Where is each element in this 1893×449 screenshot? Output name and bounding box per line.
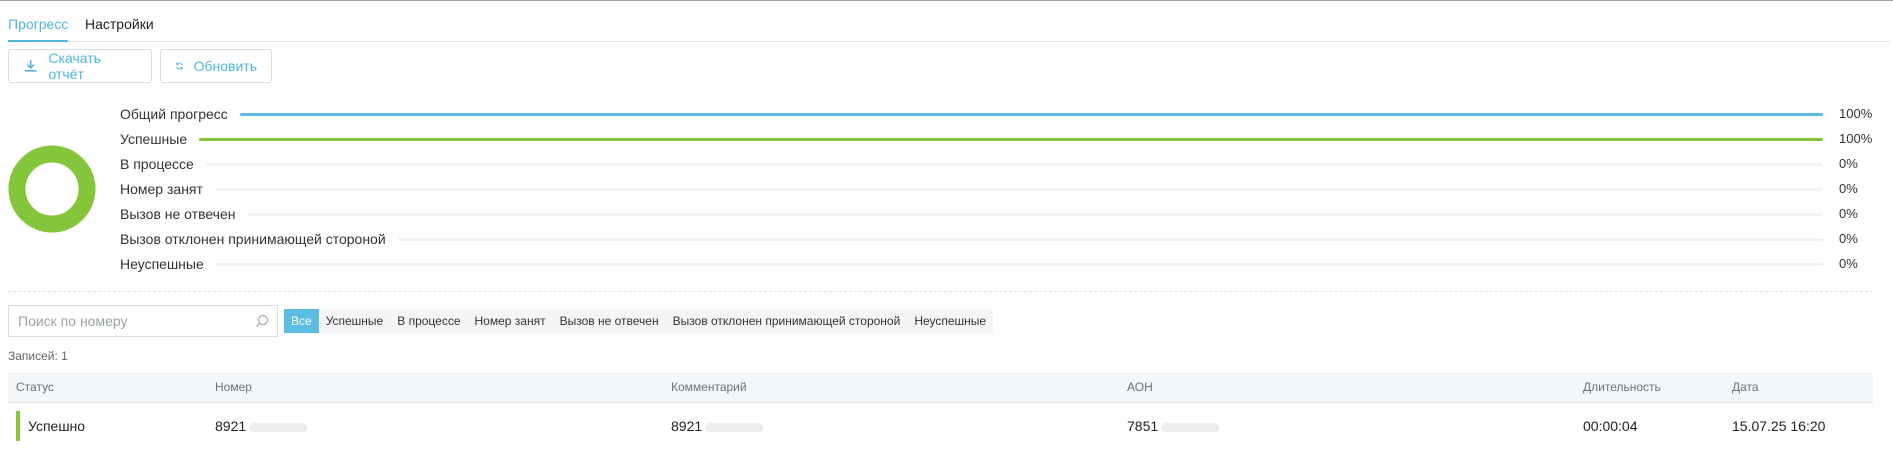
number-value: 8921 bbox=[215, 418, 247, 434]
filter-in-process[interactable]: В процессе bbox=[390, 309, 467, 333]
tab-settings[interactable]: Настройки bbox=[85, 14, 154, 42]
progress-donut-chart bbox=[8, 145, 96, 233]
progress-percent: 0% bbox=[1839, 156, 1858, 171]
progress-row-success: Успешные 100% bbox=[120, 130, 1875, 150]
filter-no-answer[interactable]: Вызов не отвечен bbox=[553, 309, 666, 333]
progress-track bbox=[398, 238, 1823, 241]
progress-row-failed: Неуспешные 0% bbox=[120, 255, 1875, 275]
progress-label: Успешные bbox=[120, 130, 198, 148]
progress-percent: 0% bbox=[1839, 231, 1858, 246]
search-input[interactable] bbox=[9, 306, 239, 336]
refresh-icon bbox=[176, 62, 183, 70]
progress-percent: 100% bbox=[1839, 106, 1873, 121]
tab-progress[interactable]: Прогресс bbox=[8, 14, 69, 42]
section-divider bbox=[8, 291, 1873, 292]
filter-rejected[interactable]: Вызов отклонен принимающей стороной bbox=[666, 309, 908, 333]
progress-percent: 0% bbox=[1839, 256, 1858, 271]
redacted-digits bbox=[249, 422, 308, 432]
progress-track bbox=[206, 163, 1823, 166]
progress-track bbox=[215, 188, 1823, 191]
column-header-aon[interactable]: АОН bbox=[1127, 372, 1153, 403]
progress-percent: 0% bbox=[1839, 206, 1858, 221]
redacted-digits bbox=[705, 422, 764, 432]
refresh-button[interactable]: Обновить bbox=[160, 49, 272, 83]
progress-row-in-process: В процессе 0% bbox=[120, 155, 1875, 175]
progress-row-total: Общий прогресс 100% bbox=[120, 105, 1875, 125]
cell-comment: 8921 bbox=[671, 404, 764, 449]
search-icon[interactable] bbox=[255, 314, 269, 328]
column-header-comment[interactable]: Комментарий bbox=[671, 372, 747, 403]
progress-fill bbox=[240, 113, 1823, 116]
progress-track bbox=[240, 113, 1823, 116]
progress-fill bbox=[199, 138, 1823, 141]
progress-row-busy: Номер занят 0% bbox=[120, 180, 1875, 200]
filter-all[interactable]: Все bbox=[284, 309, 319, 333]
progress-track bbox=[248, 213, 1823, 216]
table-row[interactable]: Успешно 8921 8921 7851 00:00:04 15.07.25… bbox=[8, 404, 1873, 449]
progress-label: Неуспешные bbox=[120, 255, 214, 273]
records-count: Записей: 1 bbox=[8, 349, 68, 363]
status-filter-group: Все Успешные В процессе Номер занят Вызо… bbox=[284, 309, 994, 333]
progress-track bbox=[216, 263, 1823, 266]
column-header-duration[interactable]: Длительность bbox=[1583, 372, 1661, 403]
table-header: Статус Номер Комментарий АОН Длительност… bbox=[8, 372, 1873, 403]
progress-label: Вызов отклонен принимающей стороной bbox=[120, 230, 396, 248]
download-icon bbox=[24, 60, 37, 72]
filter-failed[interactable]: Неуспешные bbox=[907, 309, 993, 333]
cell-status: Успешно bbox=[28, 418, 86, 434]
aon-value: 7851 bbox=[1127, 418, 1159, 434]
progress-label: Общий прогресс bbox=[120, 105, 238, 123]
progress-row-rejected: Вызов отклонен принимающей стороной 0% bbox=[120, 230, 1875, 250]
progress-percent: 0% bbox=[1839, 181, 1858, 196]
comment-value: 8921 bbox=[671, 418, 703, 434]
progress-row-no-answer: Вызов не отвечен 0% bbox=[120, 205, 1875, 225]
progress-label: Номер занят bbox=[120, 180, 213, 198]
filter-success[interactable]: Успешные bbox=[319, 309, 391, 333]
status-indicator bbox=[16, 411, 20, 441]
cell-aon: 7851 bbox=[1127, 404, 1220, 449]
column-header-number[interactable]: Номер bbox=[215, 372, 252, 403]
redacted-digits bbox=[1161, 422, 1220, 432]
progress-percent: 100% bbox=[1839, 131, 1873, 146]
cell-number: 8921 bbox=[215, 404, 308, 449]
progress-label: В процессе bbox=[120, 155, 204, 173]
download-report-label: Скачать отчёт bbox=[48, 50, 101, 82]
download-report-button[interactable]: Скачать отчёт bbox=[8, 49, 152, 83]
progress-label: Вызов не отвечен bbox=[120, 205, 246, 223]
top-border bbox=[0, 0, 1893, 1]
progress-track bbox=[199, 138, 1823, 141]
column-header-status[interactable]: Статус bbox=[16, 372, 54, 403]
refresh-label: Обновить bbox=[193, 58, 257, 74]
cell-date: 15.07.25 16:20 bbox=[1732, 418, 1826, 434]
filter-busy[interactable]: Номер занят bbox=[468, 309, 553, 333]
column-header-date[interactable]: Дата bbox=[1732, 372, 1759, 403]
tab-bar: Прогресс Настройки bbox=[8, 14, 1890, 42]
search-box bbox=[8, 305, 278, 337]
cell-duration: 00:00:04 bbox=[1583, 418, 1638, 434]
